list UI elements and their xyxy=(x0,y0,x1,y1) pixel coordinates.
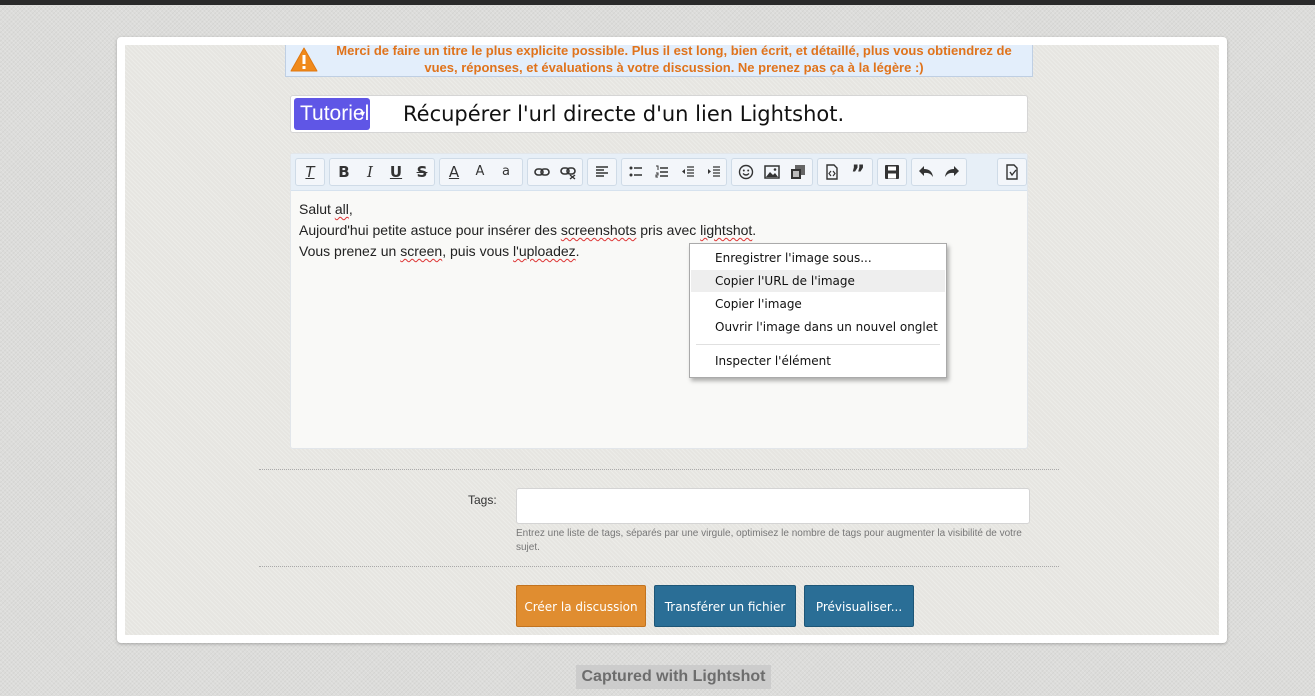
remove-format-icon[interactable]: T xyxy=(299,161,321,183)
menu-item-save-image[interactable]: Enregistrer l'image sous... xyxy=(691,247,945,269)
underline-icon[interactable]: U xyxy=(385,161,407,183)
toolbar-group-save xyxy=(877,158,907,186)
toolbar-group-font: A A a xyxy=(439,158,523,186)
media-icon[interactable] xyxy=(787,161,809,183)
warning-line-1: Merci de faire un titre le plus explicit… xyxy=(336,43,1012,58)
warning-triangle-icon xyxy=(290,47,318,72)
toolbar-group-align xyxy=(587,158,617,186)
code-icon[interactable] xyxy=(821,161,843,183)
toolbar-group-clear: T xyxy=(295,158,325,186)
numbered-list-icon[interactable] xyxy=(651,161,673,183)
tags-label: Tags: xyxy=(468,493,497,507)
indent-icon[interactable] xyxy=(703,161,725,183)
menu-item-inspect-element[interactable]: Inspecter l'élément xyxy=(691,350,945,372)
content-line-3: Vous prenez un screen, puis vous l'uploa… xyxy=(299,243,580,259)
prefix-label: Tutoriel xyxy=(300,102,370,125)
new-thread-panel: Merci de faire un titre le plus explicit… xyxy=(117,37,1227,643)
divider-bottom xyxy=(259,566,1059,567)
image-icon[interactable] xyxy=(761,161,783,183)
menu-item-copy-image[interactable]: Copier l'image xyxy=(691,293,945,315)
tags-hint: Entrez une liste de tags, séparés par un… xyxy=(516,528,1022,553)
font-size-icon[interactable]: A xyxy=(469,161,491,183)
lightshot-watermark: Captured with Lightshot xyxy=(576,665,771,689)
menu-separator xyxy=(696,344,940,345)
panel-body: Merci de faire un titre le plus explicit… xyxy=(125,42,1219,635)
save-draft-icon[interactable] xyxy=(881,161,903,183)
editor-content[interactable]: Salut all, Aujourd'hui petite astuce pou… xyxy=(299,199,756,262)
font-family-icon[interactable]: a xyxy=(495,161,517,183)
redo-icon[interactable] xyxy=(941,161,963,183)
strikethrough-icon[interactable]: S xyxy=(411,161,433,183)
outdent-icon[interactable] xyxy=(677,161,699,183)
top-bar xyxy=(0,0,1315,5)
menu-item-open-image-new-tab[interactable]: Ouvrir l'image dans un nouvel onglet xyxy=(691,316,945,338)
smiley-icon[interactable] xyxy=(735,161,757,183)
warning-line-2: vues, réponses, et évaluations à votre d… xyxy=(424,60,924,75)
quote-icon[interactable]: ” xyxy=(847,161,869,187)
link-icon[interactable] xyxy=(531,161,553,183)
unlink-icon[interactable] xyxy=(557,161,579,183)
tags-input[interactable] xyxy=(516,488,1030,524)
chevron-down-icon: ▾ xyxy=(359,109,365,120)
warning-text: Merci de faire un titre le plus explicit… xyxy=(322,42,1026,76)
editor-toolbar: T B I U S A A a ” xyxy=(291,154,1027,191)
toolbar-group-history xyxy=(911,158,967,186)
thread-title-input[interactable]: Récupérer l'url directe d'un lien Lights… xyxy=(403,102,844,126)
toolbar-group-lists xyxy=(621,158,727,186)
align-left-icon[interactable] xyxy=(591,161,613,183)
menu-item-copy-image-url[interactable]: Copier l'URL de l'image xyxy=(691,270,945,292)
preview-button[interactable]: Prévisualiser... xyxy=(804,585,914,627)
divider-top xyxy=(259,469,1059,470)
thread-title-field[interactable]: Tutoriel ▾ Récupérer l'url directe d'un … xyxy=(290,95,1028,133)
bullet-list-icon[interactable] xyxy=(625,161,647,183)
content-line-2: Aujourd'hui petite astuce pour insérer d… xyxy=(299,222,757,238)
toolbar-group-text-style: B I U S xyxy=(329,158,435,186)
create-thread-button[interactable]: Créer la discussion xyxy=(516,585,646,627)
content-line-1: Salut all, xyxy=(299,201,353,217)
title-warning-notice: Merci de faire un titre le plus explicit… xyxy=(285,42,1033,77)
upload-file-button[interactable]: Transférer un fichier xyxy=(654,585,796,627)
prefix-selector[interactable]: Tutoriel ▾ xyxy=(294,98,370,130)
bold-icon[interactable]: B xyxy=(333,161,355,183)
toggle-source-icon[interactable] xyxy=(1001,161,1023,183)
context-menu: Enregistrer l'image sous... Copier l'URL… xyxy=(689,243,947,378)
undo-icon[interactable] xyxy=(915,161,937,183)
toolbar-group-links xyxy=(527,158,583,186)
toolbar-group-code: ” xyxy=(817,158,873,187)
font-color-icon[interactable]: A xyxy=(443,161,465,183)
italic-icon[interactable]: I xyxy=(359,161,381,183)
toolbar-group-mode xyxy=(997,158,1027,186)
toolbar-group-media xyxy=(731,158,813,186)
